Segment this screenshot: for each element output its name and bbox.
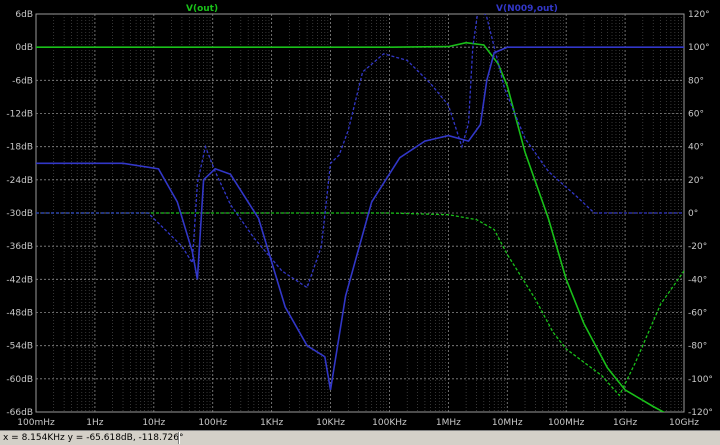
x-tick-label: 100KHz [372, 418, 407, 428]
trace-label-vout[interactable]: V(out) [186, 4, 218, 14]
y-left-tick-label: 0dB [15, 43, 33, 53]
y-right-tick-label: -80° [688, 342, 707, 352]
status-bar: x = 8.154KHz y = -65.618dB, -118.726° [0, 430, 720, 445]
x-tick-label: 1KHz [260, 418, 283, 428]
y-right-tick-label: 100° [688, 43, 710, 53]
y-left-tick-label: -30dB [6, 209, 33, 219]
y-left-tick-label: -66dB [6, 408, 33, 418]
y-left-tick-label: -18dB [6, 143, 33, 153]
x-tick-label: 1Hz [86, 418, 103, 428]
x-tick-label: 100Hz [198, 418, 227, 428]
y-right-tick-label: 20° [688, 176, 704, 186]
y-right-axis-ticks: 120° 100° 80° 60° 40° 20° 0° -20° -40° -60° -80° -1… [688, 10, 713, 418]
x-tick-label: 100mHz [17, 418, 55, 428]
x-tick-label: 10GHz [669, 418, 699, 428]
y-left-tick-label: -42dB [6, 275, 33, 285]
x-axis-ticks: 100mHz 1Hz 10Hz 100Hz 1KHz 10KHz 100KHz 1MHz 10M… [17, 418, 699, 428]
y-right-tick-label: -100° [688, 375, 713, 385]
y-left-tick-label: -60dB [6, 375, 33, 385]
y-right-tick-label: 80° [688, 76, 704, 86]
y-right-tick-label: 60° [688, 110, 704, 120]
y-left-tick-label: -48dB [6, 309, 33, 319]
y-left-tick-label: -24dB [6, 176, 33, 186]
x-tick-label: 10Hz [142, 418, 165, 428]
y-right-tick-label: 120° [688, 10, 710, 20]
y-right-tick-label: -20° [688, 242, 707, 252]
y-left-tick-label: 6dB [15, 10, 33, 20]
bode-plot[interactable]: 100mHz 1Hz 10Hz 100Hz 1KHz 10KHz 100KHz 1MHz 10M… [0, 0, 720, 430]
y-left-tick-label: -12dB [6, 110, 33, 120]
x-tick-label: 10MHz [492, 418, 523, 428]
y-left-tick-label: -36dB [6, 242, 33, 252]
x-tick-label: 1MHz [436, 418, 461, 428]
x-tick-label: 100MHz [548, 418, 585, 428]
waveform-plot-window[interactable]: 100mHz 1Hz 10Hz 100Hz 1KHz 10KHz 100KHz 1MHz 10M… [0, 0, 720, 430]
trace-label-vn009[interactable]: V(N009,out) [496, 4, 558, 14]
y-left-tick-label: -54dB [6, 342, 33, 352]
y-left-tick-label: -6dB [12, 76, 33, 86]
y-right-tick-label: -60° [688, 309, 707, 319]
x-tick-label: 1GHz [613, 418, 637, 428]
status-divider [178, 432, 180, 444]
x-tick-label: 10KHz [316, 418, 345, 428]
y-right-tick-label: 40° [688, 143, 704, 153]
y-right-tick-label: 0° [688, 209, 698, 219]
y-right-tick-label: -40° [688, 275, 707, 285]
y-right-tick-label: -120° [688, 408, 713, 418]
cursor-readout: x = 8.154KHz y = -65.618dB, -118.726° [3, 433, 184, 443]
y-left-axis-ticks: 6dB 0dB -6dB -12dB -18dB -24dB -30dB -36dB -42dB… [6, 10, 33, 418]
